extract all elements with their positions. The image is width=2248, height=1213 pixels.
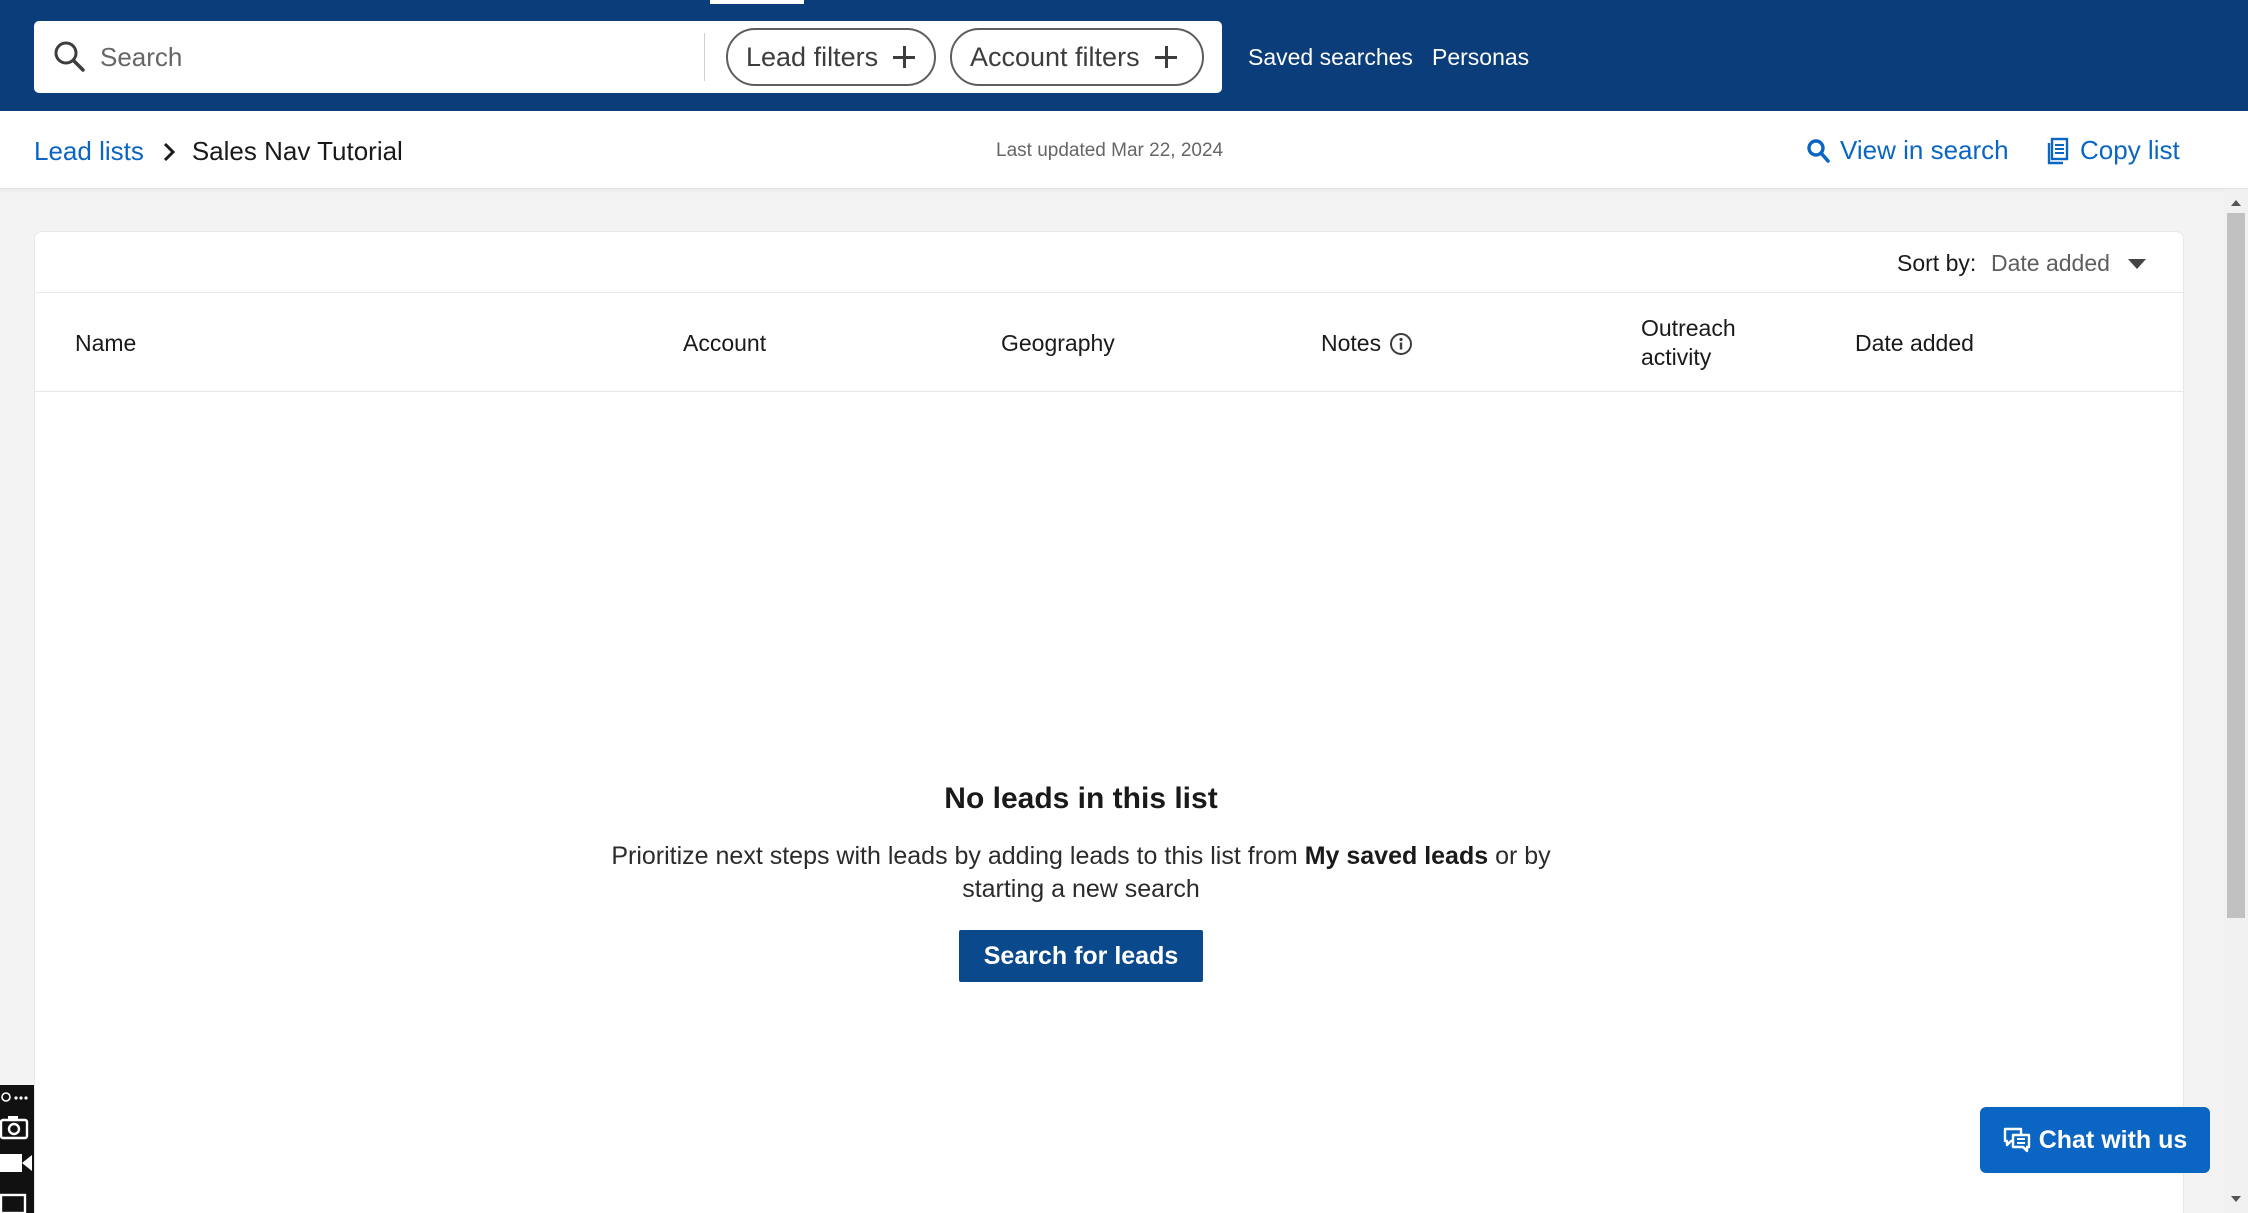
scrollbar-thumb[interactable] bbox=[2227, 213, 2245, 918]
sort-dropdown[interactable]: Date added bbox=[1991, 250, 2110, 277]
search-icon bbox=[54, 41, 85, 72]
notes-header-label: Notes bbox=[1321, 330, 1382, 356]
copy-list-button[interactable]: Copy list bbox=[2046, 135, 2180, 166]
table-header: Name Account Geography Notes Outreach ac… bbox=[35, 293, 2183, 392]
plus-icon bbox=[1154, 45, 1178, 69]
view-in-search-label: View in search bbox=[1840, 135, 2009, 165]
breadcrumb-current-list: Sales Nav Tutorial bbox=[191, 136, 403, 166]
column-header-name: Name bbox=[75, 330, 137, 356]
account-filters-button[interactable]: Account filters bbox=[950, 28, 1204, 86]
lead-filters-label: Lead filters bbox=[746, 41, 879, 72]
top-navigation-bar: Lead filters Account filters Saved searc… bbox=[0, 0, 2248, 111]
global-search-box: Lead filters Account filters bbox=[34, 21, 1222, 93]
search-for-leads-button[interactable]: Search for leads bbox=[959, 930, 1203, 982]
empty-state: No leads in this list Prioritize next st… bbox=[35, 782, 2127, 982]
info-icon[interactable] bbox=[1389, 332, 1413, 356]
plus-icon bbox=[892, 45, 916, 69]
copy-list-label: Copy list bbox=[2080, 135, 2180, 165]
document-copy-icon bbox=[2047, 137, 2069, 164]
caret-down-icon[interactable] bbox=[2128, 259, 2146, 269]
my-saved-leads-text: My saved leads bbox=[1304, 842, 1489, 870]
empty-desc-before: Prioritize next steps with leads by addi… bbox=[611, 842, 1305, 870]
list-header: Lead lists Sales Nav Tutorial Last updat… bbox=[0, 111, 2248, 189]
column-header-date-added: Date added bbox=[1855, 330, 1974, 356]
sort-by-label: Sort by: bbox=[1897, 250, 1977, 276]
lead-list-card: Sort by: Date added Name Account Geograp… bbox=[34, 231, 2184, 1213]
scroll-down-arrow-icon[interactable] bbox=[2231, 1196, 2241, 1202]
column-header-geography: Geography bbox=[1001, 330, 1115, 356]
last-updated-text: Last updated Mar 22, 2024 bbox=[996, 140, 1224, 161]
breadcrumb-lead-lists-link[interactable]: Lead lists bbox=[34, 136, 144, 167]
empty-state-description: Prioritize next steps with leads by addi… bbox=[581, 840, 1581, 906]
camera-icon[interactable] bbox=[0, 1113, 34, 1141]
column-header-account: Account bbox=[683, 330, 767, 356]
sort-bar: Sort by: Date added bbox=[35, 232, 2183, 293]
screen-recorder-toolbar bbox=[0, 1085, 34, 1213]
chat-with-us-button[interactable]: Chat with us bbox=[1980, 1107, 2210, 1173]
personas-link[interactable]: Personas bbox=[1432, 44, 1529, 71]
scroll-up-arrow-icon[interactable] bbox=[2231, 200, 2241, 206]
window-icon[interactable] bbox=[0, 1189, 34, 1213]
saved-searches-link[interactable]: Saved searches bbox=[1248, 44, 1413, 71]
lead-filters-button[interactable]: Lead filters bbox=[726, 28, 936, 86]
chevron-right-icon bbox=[163, 142, 175, 161]
active-tab-indicator bbox=[710, 0, 804, 4]
empty-state-title: No leads in this list bbox=[944, 782, 1218, 815]
magnifier-icon bbox=[1807, 138, 1830, 163]
column-header-outreach-activity: Outreach activity bbox=[1641, 315, 1736, 370]
video-icon[interactable] bbox=[0, 1151, 34, 1175]
chat-with-us-label: Chat with us bbox=[2038, 1125, 2188, 1154]
page-scrollbar[interactable] bbox=[2224, 190, 2248, 1213]
account-filters-label: Account filters bbox=[970, 41, 1140, 72]
search-input[interactable] bbox=[100, 31, 720, 83]
column-header-notes: Notes bbox=[1321, 329, 1413, 358]
chat-bubbles-icon bbox=[2003, 1127, 2030, 1153]
search-divider bbox=[704, 33, 705, 81]
link-more-icon[interactable] bbox=[0, 1089, 34, 1105]
breadcrumb: Lead lists Sales Nav Tutorial bbox=[34, 136, 403, 167]
view-in-search-button[interactable]: View in search bbox=[1806, 135, 2009, 166]
